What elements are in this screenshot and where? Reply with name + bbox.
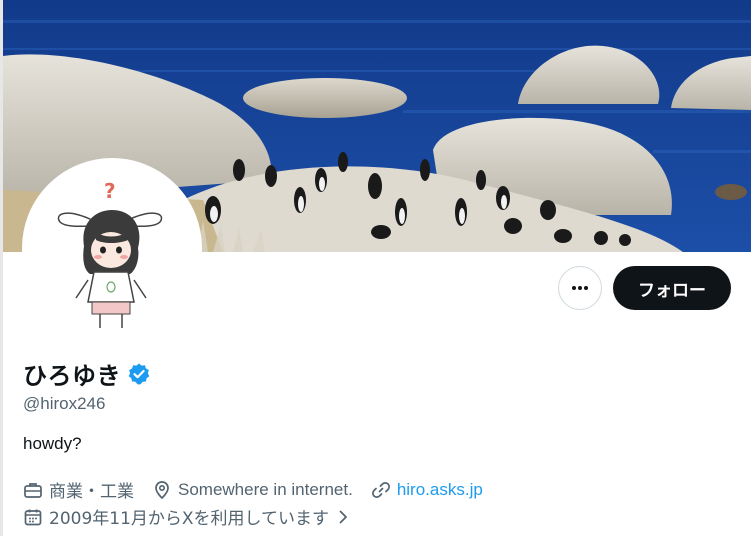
profile-avatar[interactable]: ? xyxy=(22,158,202,338)
profile-name-row: ひろゆき xyxy=(23,356,151,391)
profile-meta-row: 商業・工業 Somewhere in internet. hiro.asks.j… xyxy=(23,477,501,502)
website-link[interactable]: hiro.asks.jp xyxy=(397,480,483,500)
location-item: Somewhere in internet. xyxy=(152,480,353,500)
avatar-image: ? xyxy=(26,162,198,334)
location-text: Somewhere in internet. xyxy=(178,479,353,499)
location-pin-icon xyxy=(155,480,169,499)
profile-handle: @hirox246 xyxy=(23,394,106,413)
link-icon xyxy=(371,481,390,498)
profile-bio: howdy? xyxy=(23,434,82,453)
profession-item: 商業・工業 xyxy=(23,477,134,502)
follow-button[interactable]: フォロー xyxy=(613,266,731,310)
more-horizontal-icon xyxy=(572,286,588,290)
chevron-right-icon xyxy=(339,510,347,523)
website-item[interactable]: hiro.asks.jp xyxy=(371,480,483,500)
briefcase-icon xyxy=(24,482,42,498)
more-options-button[interactable] xyxy=(558,266,602,310)
verified-badge-icon[interactable] xyxy=(127,362,151,386)
svg-text:?: ? xyxy=(104,179,116,203)
display-name: ひろゆき xyxy=(23,362,121,390)
calendar-icon xyxy=(24,509,42,525)
joined-text: 2009年11月からXを利用しています xyxy=(49,509,330,529)
profession-text: 商業・工業 xyxy=(49,482,134,502)
joined-row[interactable]: 2009年11月からXを利用しています xyxy=(23,504,351,529)
